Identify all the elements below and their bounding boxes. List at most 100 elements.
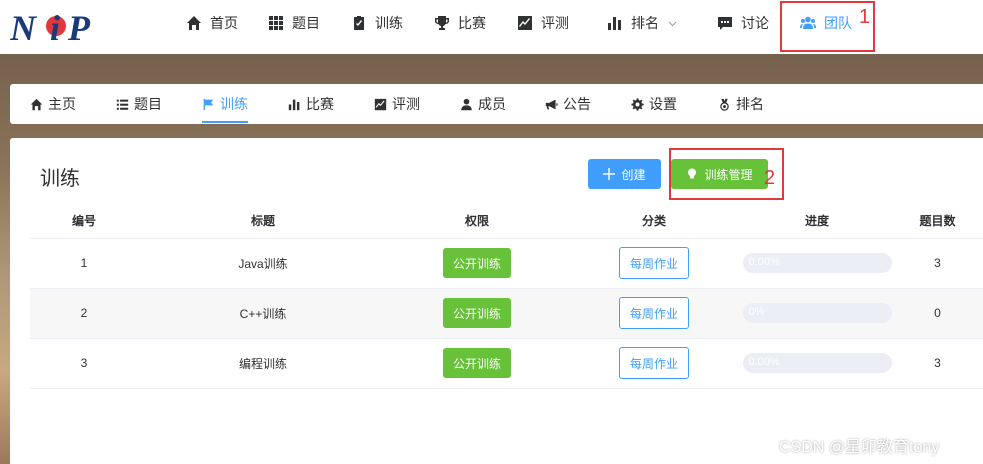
create-button-label: 创建 [621,167,646,182]
nav-rank[interactable]: 排名 [607,0,678,46]
progress-text: 0% [748,306,765,318]
nav-home[interactable]: 首页 [186,0,238,46]
bar-chart-icon [608,17,621,30]
training-card: 训练 创建 训练管理 编号 标题 权限 分类 进度 题目数 1 Java训练 公 [10,138,983,464]
subnav-settings-label: 设置 [649,96,677,112]
subnav-home[interactable]: 主页 [30,84,76,124]
subnav-announcements[interactable]: 公告 [545,84,591,124]
grid-icon [269,16,283,30]
category-tag: 每周作业 [619,247,689,279]
comment-icon [718,17,732,30]
svg-text:i: i [50,8,60,46]
annotation-number-1: 1 [859,6,871,28]
nav-problems[interactable]: 题目 [268,0,320,46]
nav-discussion-label: 讨论 [741,15,769,31]
progress-text: 0.00% [748,256,780,268]
table-row[interactable]: 2 C++训练 公开训练 每周作业 0% 0 [30,288,983,339]
gear-icon [631,97,644,111]
cell-category: 每周作业 [566,288,742,339]
cell-permission: 公开训练 [388,288,566,339]
cell-id: 2 [30,288,138,339]
cell-permission: 公开训练 [388,238,566,289]
nav-judge[interactable]: 评测 [517,0,569,46]
subnav-active-underline [202,121,248,123]
create-button[interactable]: 创建 [588,159,661,189]
subnav-problems[interactable]: 题目 [116,84,162,124]
cell-count: 0 [892,288,983,339]
list-icon [116,99,129,110]
column-header-category[interactable]: 分类 [566,204,742,239]
noip-logo[interactable]: N i P [9,6,110,48]
user-icon [461,98,472,110]
subnav-contest-label: 比赛 [306,96,334,112]
subnav-members-label: 成员 [478,96,506,112]
watermark: CSDN @星卯教育tony [779,439,940,456]
home-icon [30,98,43,110]
progress-bar: 0.00% [742,353,892,373]
subnav-members[interactable]: 成员 [460,84,506,124]
column-header-permission[interactable]: 权限 [388,204,566,239]
table-header-row: 编号 标题 权限 分类 进度 题目数 [30,204,983,239]
table-row[interactable]: 1 Java训练 公开训练 每周作业 0.00% 3 [30,238,983,289]
column-header-id[interactable]: 编号 [30,204,138,239]
trophy-icon [435,16,449,30]
svg-text:N: N [10,8,38,46]
permission-tag: 公开训练 [443,298,511,328]
cell-id: 1 [30,238,138,289]
nav-contest-label: 比赛 [458,15,486,31]
cell-category: 每周作业 [566,238,742,289]
subnav-judge-label: 评测 [392,96,420,112]
subnav-training-label: 训练 [220,96,248,112]
subnav-announcements-label: 公告 [563,96,591,112]
plus-icon [603,168,616,180]
cell-permission: 公开训练 [388,338,566,389]
bullhorn-icon [545,99,558,109]
clipboard-icon [354,16,364,30]
column-header-title[interactable]: 标题 [138,204,388,239]
subnav-problems-label: 题目 [134,96,162,112]
bar-chart-icon [288,99,300,110]
svg-text:P: P [67,8,91,46]
chart-line-icon [374,98,387,110]
subnav-settings[interactable]: 设置 [631,84,677,124]
subnav-judge[interactable]: 评测 [374,84,420,124]
nav-contest[interactable]: 比赛 [434,0,486,46]
column-header-count[interactable]: 题目数 [892,204,983,239]
subnav-home-label: 主页 [48,96,76,112]
nav-home-label: 首页 [210,15,238,31]
progress-bar: 0.00% [742,253,892,273]
progress-bar: 0% [742,303,892,323]
cell-category: 每周作业 [566,338,742,389]
training-table: 编号 标题 权限 分类 进度 题目数 1 Java训练 公开训练 每周作业 0.… [30,204,983,389]
progress-text: 0.00% [748,356,780,368]
permission-tag: 公开训练 [443,248,511,278]
subnav-training[interactable]: 训练 [202,84,248,124]
home-icon [187,16,201,30]
cell-id: 3 [30,338,138,389]
cell-title[interactable]: 编程训练 [138,338,388,389]
nav-rank-label: 排名 [631,15,659,31]
subnav-rank[interactable]: 排名 [718,84,764,124]
column-header-progress[interactable]: 进度 [742,204,892,239]
cell-count: 3 [892,238,983,289]
category-tag: 每周作业 [619,347,689,379]
category-tag: 每周作业 [619,297,689,329]
cell-progress: 0.00% [742,338,892,389]
nav-training-label: 训练 [375,15,403,31]
flag-icon [203,98,214,110]
subnav-contest[interactable]: 比赛 [288,84,334,124]
annotation-number-2: 2 [764,167,776,189]
cell-title[interactable]: Java训练 [138,238,388,289]
cell-progress: 0.00% [742,238,892,289]
nav-judge-label: 评测 [541,15,569,31]
nav-training[interactable]: 训练 [351,0,403,46]
cell-progress: 0% [742,288,892,339]
subnav-rank-label: 排名 [736,96,764,112]
nav-problems-label: 题目 [292,15,320,31]
permission-tag: 公开训练 [443,348,511,378]
team-subnav: 主页 题目 训练 比赛 评测 成员 公告 设置 排名 [10,84,983,124]
table-row[interactable]: 3 编程训练 公开训练 每周作业 0.00% 3 [30,338,983,389]
cell-title[interactable]: C++训练 [138,288,388,339]
nav-discussion[interactable]: 讨论 [717,0,769,46]
chart-line-icon [518,16,532,30]
